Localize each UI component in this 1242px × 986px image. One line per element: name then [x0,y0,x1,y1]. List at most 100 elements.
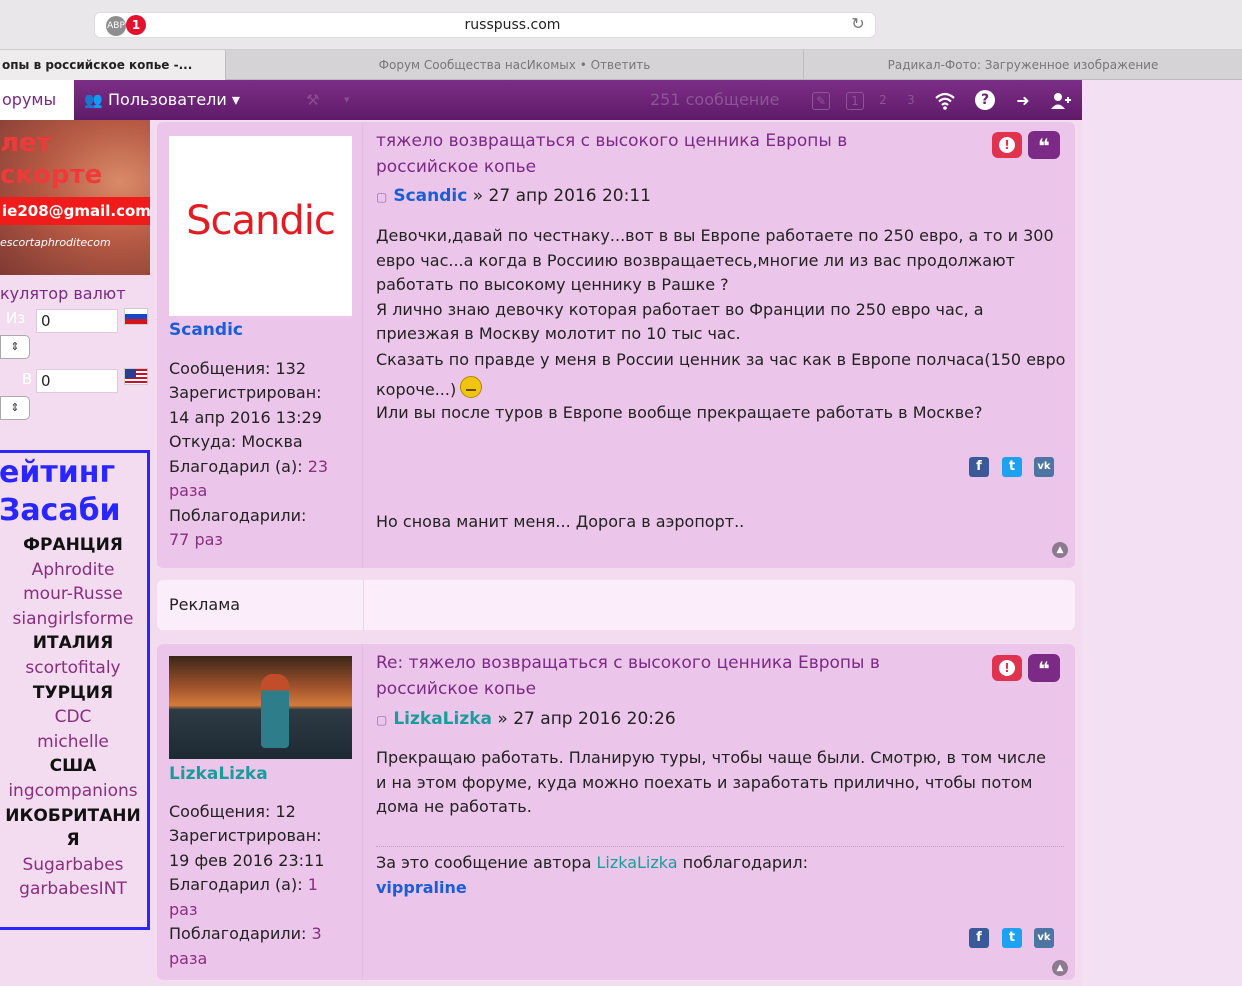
ghost-page-1[interactable]: 1 [846,92,864,110]
profile-username[interactable]: LizkaLizka [169,764,268,784]
advertisement-divider [363,580,364,630]
from-amount-input[interactable]: 0 [36,309,118,333]
stat-was-thanked-value[interactable]: 77 раз [169,530,223,549]
facebook-share-icon[interactable]: f [969,928,989,948]
thanks-users: vippraline [376,875,467,900]
post-title[interactable]: Re: тяжело возвращаться с высокого ценни… [376,650,936,702]
stat-thanked-unit-line: раза [169,479,359,504]
help-icon[interactable]: ? [975,90,995,110]
twitter-share-icon[interactable]: t [1002,928,1022,948]
quote-icon: ❝ [1038,134,1050,158]
to-currency-select[interactable]: ⇕ [0,396,30,420]
post-meta: ▢ LizkaLizka » 27 апр 2016 20:26 [376,709,676,729]
post-profile: Scandic Scandic Сообщения: 132 Зарегистр… [157,122,363,568]
post-date: 27 апр 2016 20:11 [488,186,651,206]
stat-registered-label: Зарегистрирован: [169,826,322,845]
tab-current[interactable]: опы в российское копье -... [0,50,226,80]
ghost-post-count: 251 сообщение [650,90,780,109]
post-author[interactable]: Scandic [393,186,467,206]
report-button[interactable]: ! [992,132,1022,158]
stat-thanked-value[interactable]: 1 [308,875,318,894]
rating-link[interactable]: garbabesINT [0,877,147,902]
forum-navbar: орумы 👥 Пользователи ▾ ⚒ ▾ 251 сообщение … [0,80,1082,120]
tab-forum-reply[interactable]: Форум Сообщества насИкомых • Ответить [226,50,804,80]
usa-flag-icon [124,368,148,385]
facebook-share-icon[interactable]: f [969,457,989,477]
profile-username[interactable]: Scandic [169,320,243,340]
post-paragraph-with-smiley: Сказать по правде у меня в России ценник… [376,345,1066,405]
rating-link[interactable]: CDC [0,705,147,730]
stat-registered-date: 19 фев 2016 23:11 [169,851,325,870]
rating-country-heading: ФРАНЦИЯ [23,535,123,555]
rating-link[interactable]: scortofitaly [0,656,147,681]
chevron-down-icon: ▾ [226,90,240,109]
quote-button[interactable]: ❝ [1028,131,1060,159]
reload-icon[interactable]: ↻ [848,14,868,34]
rating-link[interactable]: Aphrodite [0,558,147,583]
vk-share-icon[interactable]: vk [1034,457,1054,477]
escort-banner[interactable]: лет скорте ie208@gmail.com escortaphrodi… [0,120,150,275]
to-amount-input[interactable]: 0 [36,369,118,393]
rating-link[interactable]: ingcompanions [0,779,147,804]
post-author[interactable]: LizkaLizka [393,709,492,729]
ghost-page-3[interactable]: 3 [902,92,920,110]
adblock-icon[interactable]: ABP [106,16,126,36]
thanks-prefix: За это сообщение автора [376,853,592,872]
rating-box: ейтинг Засаби ФРАНЦИЯ Aphrodite mour-Russe… [0,450,150,930]
login-icon[interactable]: ➜ [1012,90,1034,112]
stat-was-thanked-line: 77 раз [169,528,359,553]
register-icon[interactable] [1050,90,1072,112]
browser-toolbar: ABP 1 russpuss.com ↻ [0,0,1242,50]
stat-was-thanked-value[interactable]: 3 [311,924,321,943]
rating-country-heading: ИТАЛИЯ [32,633,114,654]
stat-was-thanked-unit[interactable]: раза [169,949,207,968]
thanks-suffix: поблагодарил: [682,853,809,872]
stat-thanked-unit[interactable]: раза [169,481,207,500]
ghost-page-2[interactable]: 2 [874,92,892,110]
back-to-top-icon[interactable]: ▲ [1052,542,1068,558]
post-paragraph: Или вы после туров в Европе вообще прекр… [376,402,983,422]
stat-registered-date: 14 апр 2016 13:29 [169,408,322,427]
post-document-icon: ▢ [376,190,388,204]
from-currency-select[interactable]: ⇕ [0,335,30,359]
rating-link[interactable]: michelle [0,730,147,755]
wifi-icon[interactable] [934,90,956,112]
stat-thanked-label: Благодарил (а): [169,875,303,894]
quote-icon: ❝ [1038,657,1050,681]
rating-title-line-1: ейтинг [0,455,116,490]
signature-divider [376,846,1064,847]
post-title[interactable]: тяжело возвращаться с высокого ценника Е… [376,128,936,180]
post-content: Девочки,давай по честнаку...вот в вы Евр… [376,224,1066,425]
vk-share-icon[interactable]: vk [1034,928,1054,948]
thanks-author[interactable]: LizkaLizka [596,853,677,872]
stat-thanked-label: Благодарил (а): [169,457,303,476]
avatar[interactable]: Scandic [169,136,352,316]
twitter-share-icon[interactable]: t [1002,457,1022,477]
stat-from: Откуда: Москва [169,432,303,451]
stat-thanked-unit-line: раз [169,898,359,923]
from-label: Из [6,309,26,327]
stat-thanked-unit[interactable]: раз [169,900,197,919]
thanks-user[interactable]: vippraline [376,878,467,897]
nav-forums-link[interactable]: орумы [0,80,74,120]
quote-button[interactable]: ❝ [1028,654,1060,682]
report-button[interactable]: ! [992,655,1022,681]
tab-bar: опы в российское копье -... Форум Сообще… [0,50,1242,80]
tab-radikal-photo[interactable]: Радикал-Фото: Загруженное изображение [804,50,1242,80]
post-paragraph: Я лично знаю девочку которая работает во… [376,299,984,344]
wrench-icon[interactable]: ⚒ [306,80,319,120]
rating-link[interactable]: mour-Russe [0,582,147,607]
stat-thanked-value[interactable]: 23 [308,457,328,476]
rating-link[interactable]: siangirlsforme [0,607,147,632]
report-icon: ! [999,137,1015,153]
stat-messages: Сообщения: 132 [169,359,307,378]
post-content: Прекращаю работать. Планирую туры, чтобы… [376,746,1056,820]
banner-line-2: скорте [0,160,103,190]
avatar[interactable] [169,656,352,759]
back-to-top-icon[interactable]: ▲ [1052,960,1068,976]
smiley-icon [460,375,483,398]
rating-link[interactable]: Sugarbabes [0,853,147,878]
address-bar[interactable]: russpuss.com [150,12,876,38]
nav-users-menu[interactable]: 👥 Пользователи ▾ [84,80,240,120]
post: Scandic Scandic Сообщения: 132 Зарегистр… [157,122,1075,568]
